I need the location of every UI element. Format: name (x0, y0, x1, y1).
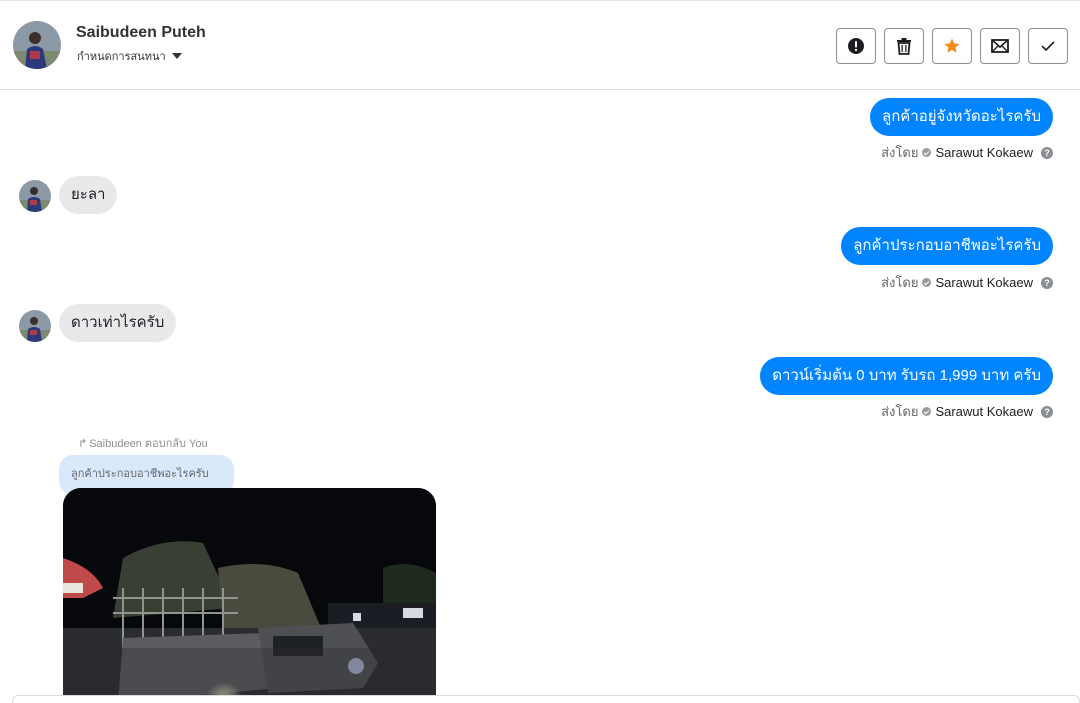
agent-name: Sarawut Kokaew (935, 404, 1033, 419)
reply-note: ↱ Saibudeen ตอบกลับ You (78, 434, 208, 452)
outgoing-message-bubble: ดาวน์เริ่มต้น 0 บาท รับรถ 1,999 บาท ครับ (760, 357, 1053, 395)
conversation-setting-dropdown[interactable]: กำหนดการสนทนา (77, 47, 182, 65)
mail-button[interactable] (980, 28, 1020, 64)
conversation-setting-label: กำหนดการสนทนา (77, 51, 166, 63)
contact-avatar[interactable] (13, 21, 61, 69)
sent-by-label: ส่งโดย (881, 145, 919, 160)
outgoing-message-bubble: ลูกค้าประกอบอาชีพอะไรครับ (841, 227, 1053, 265)
star-button[interactable] (932, 28, 972, 64)
envelope-icon (991, 39, 1009, 53)
verified-icon (922, 407, 932, 416)
star-icon (944, 38, 960, 53)
checkmark-icon (1041, 41, 1055, 52)
sent-by-line: ส่งโดย Sarawut Kokaew ? (881, 272, 1053, 293)
agent-name: Sarawut Kokaew (935, 145, 1033, 160)
conversation-toolbar (836, 28, 1068, 64)
reply-arrow-icon: ↱ (78, 437, 88, 450)
contact-name: Saibudeen Puteh (76, 24, 206, 41)
trash-icon (897, 38, 911, 55)
agent-name: Sarawut Kokaew (935, 275, 1033, 290)
sent-by-line: ส่งโดย Sarawut Kokaew ? (881, 142, 1053, 163)
incoming-message-bubble: ดาวเท่าไรครับ (59, 304, 177, 342)
incoming-message-bubble: ยะลา (59, 176, 118, 214)
sent-by-label: ส่งโดย (881, 275, 919, 290)
alert-circle-icon (848, 38, 864, 54)
outgoing-message-bubble: ลูกค้าอยู่จังหวัดอะไรครับ (870, 98, 1053, 136)
sender-avatar[interactable] (19, 180, 51, 212)
sent-by-label: ส่งโดย (881, 404, 919, 419)
caret-down-icon (171, 53, 182, 59)
verified-icon (922, 278, 932, 287)
verified-icon (922, 148, 932, 157)
reply-note-text: Saibudeen ตอบกลับ You (89, 438, 208, 450)
message-composer[interactable] (12, 695, 1080, 703)
sender-avatar[interactable] (19, 310, 51, 342)
help-icon[interactable]: ? (1041, 276, 1053, 289)
report-button[interactable] (836, 28, 876, 64)
done-button[interactable] (1028, 28, 1068, 64)
photo-attachment[interactable] (63, 488, 436, 703)
sent-by-line: ส่งโดย Sarawut Kokaew ? (881, 401, 1053, 422)
help-icon[interactable]: ? (1041, 146, 1053, 159)
conversation-header: Saibudeen Puteh กำหนดการสนทนา (0, 0, 1080, 90)
help-icon[interactable]: ? (1041, 405, 1053, 418)
message-thread[interactable]: ลูกค้าอยู่จังหวัดอะไรครับ ส่งโดย Sarawut… (0, 91, 1080, 703)
delete-button[interactable] (884, 28, 924, 64)
